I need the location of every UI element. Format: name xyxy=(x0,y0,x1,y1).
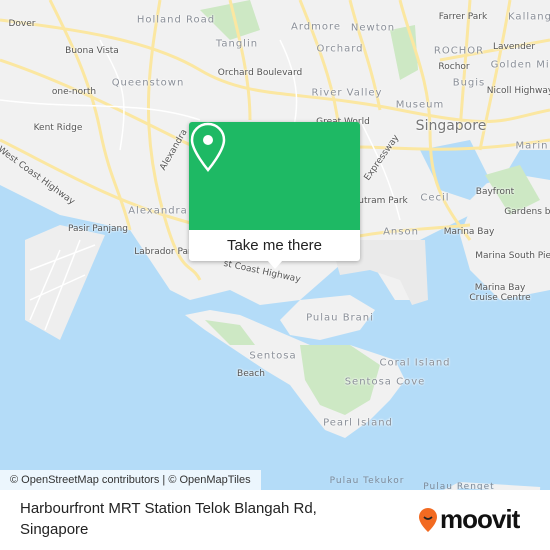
popup-tail xyxy=(267,260,283,269)
label-cruise-centre-2: Cruise Centre xyxy=(469,293,531,303)
moovit-pin-icon xyxy=(419,507,437,532)
label-coral-island: Coral Island xyxy=(379,357,451,369)
label-marina: Marin xyxy=(515,140,549,152)
label-beach: Beach xyxy=(237,369,265,379)
label-ardmore: Ardmore xyxy=(290,21,342,33)
label-rochor-district: ROCHOR xyxy=(433,45,485,57)
label-buona-vista: Buona Vista xyxy=(65,46,119,56)
label-pulau-brani: Pulau Brani xyxy=(306,312,374,324)
label-pearl-island: Pearl Island xyxy=(323,417,393,429)
label-alexandra: Alexandra xyxy=(128,205,188,217)
label-cruise-centre-1: Marina Bay xyxy=(474,283,526,293)
map-pin-icon xyxy=(190,122,226,172)
moovit-wordmark: moovit xyxy=(440,504,520,534)
popup-header xyxy=(189,122,360,230)
label-dover: Dover xyxy=(8,19,36,29)
moovit-logo: moovit xyxy=(418,504,520,535)
label-orchard-boulevard: Orchard Boulevard xyxy=(217,68,303,78)
label-labrador-park: Labrador Par xyxy=(134,247,192,257)
label-kallang: Kallang xyxy=(508,11,550,23)
reclaimed-pier xyxy=(25,225,105,340)
label-queenstown: Queenstown xyxy=(111,77,185,89)
label-newton: Newton xyxy=(350,22,396,34)
label-marina-bay: Marina Bay xyxy=(443,227,495,237)
label-pasir-panjang: Pasir Panjang xyxy=(68,224,128,234)
label-pulau-tekukor: Pulau Tekukor xyxy=(329,476,405,486)
label-sentosa-cove: Sentosa Cove xyxy=(344,376,426,388)
label-golden-mile: Golden Mil xyxy=(490,59,550,71)
label-orchard: Orchard xyxy=(316,43,364,55)
label-museum: Museum xyxy=(395,99,445,111)
label-holland-road: Holland Road xyxy=(136,14,216,26)
label-river-valley: River Valley xyxy=(311,87,383,99)
location-title: Harbourfront MRT Station Telok Blangah R… xyxy=(20,500,317,538)
label-kent-ridge: Kent Ridge xyxy=(33,123,83,133)
take-me-there-button[interactable]: Take me there xyxy=(189,230,360,261)
label-bayfront: Bayfront xyxy=(475,187,515,197)
label-farrer-park: Farrer Park xyxy=(438,12,488,22)
label-marina-south-pier: Marina South Pier xyxy=(475,251,550,261)
map-attribution[interactable]: © OpenStreetMap contributors | © OpenMap… xyxy=(0,470,261,490)
map[interactable]: Dover Holland Road Buona Vista Tanglin Q… xyxy=(0,0,550,490)
label-pulau-renget: Pulau Renget xyxy=(423,482,495,490)
label-bugis: Bugis xyxy=(452,77,486,89)
label-rochor: Rochor xyxy=(438,62,470,72)
label-anson: Anson xyxy=(383,226,419,238)
label-tanglin: Tanglin xyxy=(215,38,259,50)
footer: Harbourfront MRT Station Telok Blangah R… xyxy=(0,490,550,550)
label-nicoll-highway: Nicoll Highway xyxy=(486,86,550,96)
label-singapore: Singapore xyxy=(415,118,487,134)
label-one-north: one-north xyxy=(51,87,97,97)
label-outram-park: utram Park xyxy=(358,196,408,206)
label-gardens-by: Gardens by xyxy=(504,207,550,217)
label-sentosa: Sentosa xyxy=(249,350,297,362)
label-lavender: Lavender xyxy=(492,42,536,52)
location-popup: Take me there xyxy=(189,122,360,269)
label-cecil: Cecil xyxy=(420,192,450,204)
